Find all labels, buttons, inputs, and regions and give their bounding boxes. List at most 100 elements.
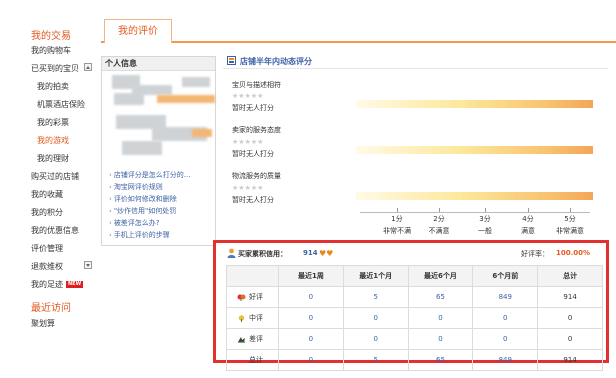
rating-bar [356, 100, 593, 108]
scale-num: 4分 [522, 215, 534, 223]
table-row: 中评 0 0 0 0 0 [226, 307, 603, 329]
table-cell[interactable]: 5 [342, 349, 409, 371]
sidebar-item-cart[interactable]: 我的购物车 [31, 45, 71, 56]
sidebar-item-finance[interactable]: 我的理财 [37, 153, 69, 164]
sidebar-item-reviews[interactable]: 评价管理 [31, 243, 63, 254]
info-link-modify[interactable]: 评价如何修改和删除 [109, 194, 177, 204]
table-cell[interactable]: 0 [407, 328, 474, 350]
scale-text: 非常满意 [556, 227, 584, 235]
row-label-positive: 好评 [226, 286, 279, 308]
sidebar-header-recent: 最近访问 [31, 303, 71, 314]
sidebar-item-shops[interactable]: 购买过的店铺 [31, 171, 79, 182]
scale-num: 1分 [391, 215, 403, 223]
expand-down-icon[interactable] [84, 261, 92, 269]
row-label-neutral: 中评 [226, 307, 279, 329]
personal-info-card: 个人信息 店铺评分是怎么打分的... 淘宝网评价规则 评价如何修改和删除 "炒作… [101, 56, 216, 246]
scale-text: 不满意 [428, 227, 450, 235]
dynamic-rating-title: 店铺半年内动态评分 [240, 57, 312, 66]
table-cell[interactable]: 0 [278, 328, 344, 350]
table-header: 最近1个月 [342, 265, 409, 287]
sidebar-item-coupons[interactable]: 我的优惠信息 [31, 225, 79, 236]
neutral-review-icon [238, 314, 245, 322]
tab-bar: 我的评价 [101, 19, 616, 43]
scale-tick [485, 208, 486, 212]
table-cell[interactable]: 5 [342, 286, 409, 308]
heart-rank-icon: ♥♥ [319, 249, 334, 258]
sidebar-header-trade: 我的交易 [31, 31, 71, 42]
sidebar-item-lottery[interactable]: 我的彩票 [37, 117, 69, 128]
new-badge: NEW [66, 281, 84, 288]
table-header [226, 265, 279, 287]
scale-num: 2分 [433, 215, 445, 223]
table-cell[interactable]: 65 [407, 286, 474, 308]
collapse-up-icon[interactable] [84, 63, 92, 71]
table-cell[interactable]: 0 [278, 307, 344, 329]
sidebar-item-travel[interactable]: 机票酒店保险 [37, 99, 85, 110]
credit-table: 最近1周 最近1个月 最近6个月 6个月前 总计 好评 0 5 65 849 9… [226, 265, 603, 371]
star-rating-icon: ★★★★★ [232, 92, 264, 100]
rating-scale-axis [360, 212, 590, 213]
table-cell[interactable]: 849 [472, 349, 539, 371]
table-row: 总计 0 5 65 849 914 [226, 349, 603, 371]
rating-label-logistics: 物流服务的质量 [232, 172, 281, 180]
table-cell: 914 [537, 286, 603, 308]
rating-status: 暂时无人打分 [232, 150, 274, 158]
table-header-row: 最近1周 最近1个月 最近6个月 6个月前 总计 [226, 265, 603, 287]
positive-rate-value: 100.00% [556, 249, 591, 257]
sidebar-item-auction[interactable]: 我的拍卖 [37, 81, 69, 92]
table-header: 6个月前 [472, 265, 539, 287]
rating-label-service: 卖家的服务态度 [232, 126, 281, 134]
divider [223, 68, 608, 69]
sidebar: 我的交易 我的购物车 已买到的宝贝 我的拍卖 机票酒店保险 我的彩票 我的游戏 … [0, 0, 100, 378]
rating-status: 暂时无人打分 [232, 196, 274, 204]
credit-title: 买家累积信用： [238, 250, 287, 258]
table-cell[interactable]: 0 [472, 328, 539, 350]
scale-num: 5分 [564, 215, 576, 223]
sidebar-item-points[interactable]: 我的积分 [31, 207, 63, 218]
info-link-negative[interactable]: 被差评怎么办? [109, 218, 160, 228]
negative-review-icon [238, 336, 245, 343]
info-link-score[interactable]: 店铺评分是怎么打分的... [109, 170, 191, 180]
row-label-total: 总计 [226, 349, 279, 371]
sidebar-item-refund[interactable]: 退款维权 [31, 261, 63, 272]
sidebar-item-games[interactable]: 我的游戏 [37, 135, 69, 146]
scale-tick [397, 208, 398, 212]
rating-bar [356, 192, 593, 200]
rating-label-description: 宝贝与描述相符 [232, 81, 281, 89]
table-row: 差评 0 0 0 0 0 [226, 328, 603, 350]
table-cell: 914 [537, 349, 603, 371]
person-icon [227, 248, 236, 258]
rating-chart-icon [227, 56, 236, 65]
scale-num: 3分 [479, 215, 491, 223]
info-link-penalty[interactable]: "炒作信用"如何处罚 [109, 206, 176, 216]
star-rating-icon: ★★★★★ [232, 184, 264, 192]
personal-info-header: 个人信息 [102, 57, 215, 71]
table-header: 最近6个月 [407, 265, 474, 287]
scale-text: 一般 [478, 227, 492, 235]
table-cell[interactable]: 0 [342, 307, 409, 329]
info-link-mobile[interactable]: 手机上评价的步骤 [109, 230, 170, 240]
scale-tick [528, 208, 529, 212]
scale-tick [439, 208, 440, 212]
table-cell: 0 [537, 307, 603, 329]
table-cell[interactable]: 0 [342, 328, 409, 350]
table-cell[interactable]: 0 [278, 349, 344, 371]
sidebar-item-juhuasuan[interactable]: 聚划算 [31, 318, 55, 329]
scale-text: 非常不满 [383, 227, 411, 235]
tab-my-reviews[interactable]: 我的评价 [104, 19, 172, 43]
positive-review-icon [237, 294, 246, 301]
sidebar-item-purchased[interactable]: 已买到的宝贝 [31, 63, 79, 74]
table-cell[interactable]: 65 [407, 349, 474, 371]
row-label-negative: 差评 [226, 328, 279, 350]
sidebar-item-favorites[interactable]: 我的收藏 [31, 189, 63, 200]
table-cell[interactable]: 849 [472, 286, 539, 308]
star-rating-icon: ★★★★★ [232, 138, 264, 146]
table-cell[interactable]: 0 [472, 307, 539, 329]
rating-bar [356, 146, 593, 154]
credit-value: 914 [303, 249, 318, 257]
info-link-rules[interactable]: 淘宝网评价规则 [109, 182, 163, 192]
table-cell[interactable]: 0 [407, 307, 474, 329]
table-cell[interactable]: 0 [278, 286, 344, 308]
sidebar-item-footprint[interactable]: 我的足迹 [31, 279, 63, 290]
table-cell: 0 [537, 328, 603, 350]
